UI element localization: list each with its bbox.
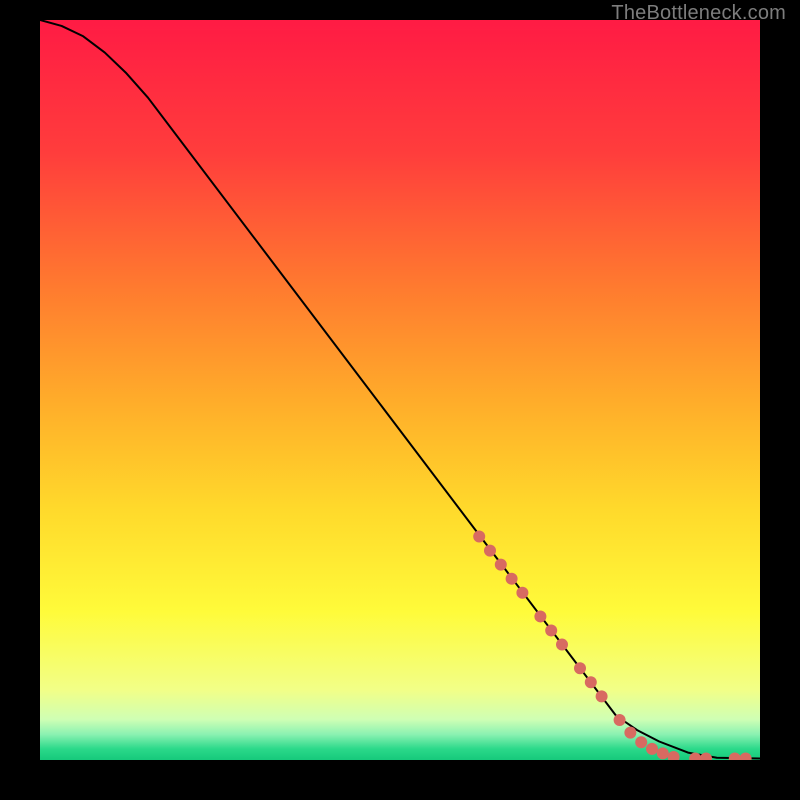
marker-point (614, 714, 626, 726)
marker-point (596, 690, 608, 702)
marker-point (624, 727, 636, 739)
chart-stage: TheBottleneck.com (0, 0, 800, 800)
marker-point (635, 736, 647, 748)
plot-area (40, 20, 760, 760)
marker-point (534, 610, 546, 622)
marker-point (646, 743, 658, 755)
marker-point (657, 747, 669, 759)
marker-point (495, 559, 507, 571)
marker-point (574, 662, 586, 674)
marker-point (585, 676, 597, 688)
chart-svg (40, 20, 760, 760)
marker-point (516, 587, 528, 599)
marker-point (506, 573, 518, 585)
marker-point (556, 639, 568, 651)
marker-point (473, 531, 485, 543)
gradient-background (40, 20, 760, 760)
marker-point (484, 545, 496, 557)
marker-point (545, 625, 557, 637)
